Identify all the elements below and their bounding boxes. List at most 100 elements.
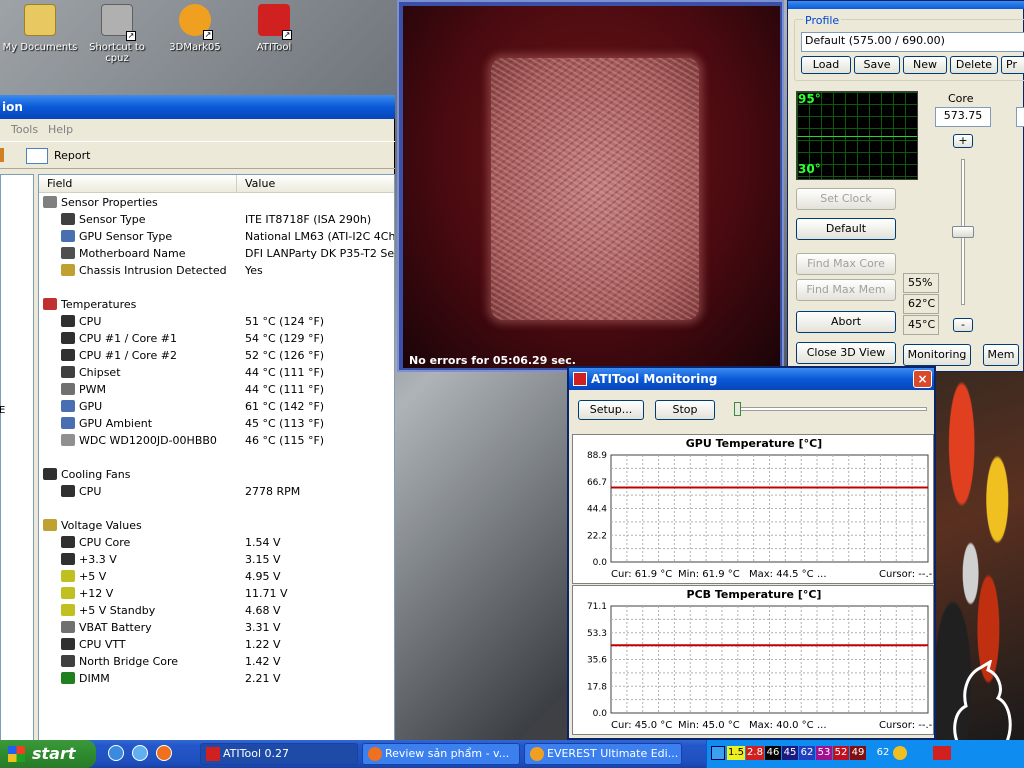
shortcut-arrow-icon: ↗ <box>282 30 292 40</box>
gpu-temperature-chart: GPU Temperature [°C] 88.9 66.7 44.4 22.2 0.0… <box>572 434 934 584</box>
table-row[interactable]: Motherboard Name DFI LANParty DK P35-T2 S… <box>39 245 395 262</box>
history-slider-track[interactable] <box>735 407 927 411</box>
show-desktop-icon[interactable] <box>132 745 148 761</box>
stop-button[interactable]: Stop <box>655 400 715 420</box>
taskbar: start ATITool 0.27 Review sản phẩm - v..… <box>0 740 1024 768</box>
close-3d-view-button[interactable]: Close 3D View <box>796 342 896 364</box>
table-row[interactable]: Sensor Type ITE IT8718F (ISA 290h) <box>39 211 394 228</box>
table-row[interactable]: VBAT Battery 3.31 V <box>39 619 394 636</box>
everest-sensor-list[interactable]: Field Value Sensor Properties Sensor Type… <box>38 174 395 744</box>
monitoring-title-bar[interactable]: ATITool Monitoring <box>569 368 934 390</box>
gpu-temp-readout: 62°C <box>903 294 939 314</box>
firefox-icon[interactable] <box>156 745 172 761</box>
mem-clock-field[interactable] <box>1016 107 1024 127</box>
table-row[interactable]: DIMM 2.21 V <box>39 670 394 687</box>
table-row[interactable]: CPU #1 / Core #2 52 °C (126 °F) <box>39 347 394 364</box>
table-row[interactable]: CPU 51 °C (124 °F) <box>39 313 394 330</box>
everest-tree-panel[interactable]: E <box>0 174 34 744</box>
list-group-header[interactable]: Cooling Fans <box>39 466 394 483</box>
row-field: Temperatures <box>61 298 137 311</box>
close-button[interactable]: × <box>913 370 932 388</box>
tray-value-badge: 46 <box>765 746 781 760</box>
row-value: 11.71 V <box>245 587 288 600</box>
table-row[interactable]: CPU 2778 RPM <box>39 483 394 500</box>
desktop-icon-3dmark05[interactable]: ↗ 3DMark05 <box>155 0 235 88</box>
find-max-core-button[interactable]: Find Max Core <box>796 253 896 275</box>
report-button[interactable]: Report <box>26 146 96 166</box>
save-button[interactable]: Save <box>854 56 900 74</box>
table-row[interactable]: +12 V 11.71 V <box>39 585 394 602</box>
start-button[interactable]: start <box>0 740 96 768</box>
row-value: 45 °C (113 °F) <box>245 417 325 430</box>
task-everest[interactable]: EVEREST Ultimate Edi... <box>524 743 682 765</box>
table-row[interactable]: CPU #1 / Core #1 54 °C (129 °F) <box>39 330 394 347</box>
monitoring-button[interactable]: Monitoring <box>903 344 971 366</box>
task-review-browser[interactable]: Review sản phẩm - v... <box>362 743 520 765</box>
menu-tools[interactable]: Tools <box>11 121 38 139</box>
atitool-tray-icon[interactable] <box>933 746 951 760</box>
row-field: CPU Core <box>79 536 131 549</box>
abort-button[interactable]: Abort <box>796 311 896 333</box>
tray-value-badge: 1.5 <box>727 746 745 760</box>
y-tick-label: 0.0 <box>593 709 608 719</box>
table-row[interactable]: Chassis Intrusion Detected Yes <box>39 262 394 279</box>
table-row[interactable]: GPU Ambient 45 °C (113 °F) <box>39 415 394 432</box>
list-group-header[interactable]: Voltage Values <box>39 517 394 534</box>
desktop-icon-my-documents[interactable]: My Documents <box>0 0 80 88</box>
table-row[interactable]: CPU Core 1.54 V <box>39 534 394 551</box>
row-value: 4.68 V <box>245 604 281 617</box>
core-slider-thumb[interactable] <box>952 226 974 238</box>
chart-max-readout: Max: 44.5 °C <box>749 569 814 580</box>
profile-more-button[interactable]: Pr <box>1001 56 1024 74</box>
delete-button[interactable]: Delete <box>950 56 998 74</box>
table-row[interactable]: +3.3 V 3.15 V <box>39 551 394 568</box>
row-field: +3.3 V <box>79 553 117 566</box>
cpu-icon <box>61 315 75 327</box>
task-label: ATITool 0.27 <box>223 747 289 760</box>
core-increment-button[interactable]: + <box>953 134 973 148</box>
profile-select[interactable]: Default (575.00 / 690.00) <box>801 32 1024 52</box>
tray-value-badge: 49 <box>850 746 866 760</box>
setup-button[interactable]: Setup... <box>578 400 644 420</box>
table-row[interactable]: Chipset 44 °C (111 °F) <box>39 364 394 381</box>
table-row[interactable]: GPU Sensor Type National LM63 (ATI-I2C 4C… <box>39 228 394 245</box>
menu-help[interactable]: Help <box>48 121 73 139</box>
table-row[interactable]: CPU VTT 1.22 V <box>39 636 394 653</box>
everest-title-bar[interactable]: ion <box>0 95 395 119</box>
desktop-icon-atitool[interactable]: ↗ ATITool <box>234 0 314 88</box>
new-button[interactable]: New <box>903 56 947 74</box>
history-slider-thumb[interactable] <box>734 402 741 416</box>
row-value: DFI LANParty DK P35-T2 Series <box>245 247 395 260</box>
table-row[interactable]: WDC WD1200JD-00HBB0 46 °C (115 °F) <box>39 432 394 449</box>
table-row[interactable]: +5 V Standby 4.68 V <box>39 602 394 619</box>
set-clock-button[interactable]: Set Clock <box>796 188 896 210</box>
row-field: +5 V <box>79 570 107 583</box>
default-button[interactable]: Default <box>796 218 896 240</box>
everest-tray-icon[interactable] <box>893 746 907 760</box>
gpu-temperature-plot: 88.9 66.7 44.4 22.2 0.0 <box>587 451 929 568</box>
table-row[interactable]: North Bridge Core 1.42 V <box>39 653 394 670</box>
table-row[interactable]: PWM 44 °C (111 °F) <box>39 381 394 398</box>
tray-app-icon[interactable] <box>711 746 725 760</box>
column-field[interactable]: Field <box>39 175 237 193</box>
atitool-title-bar[interactable] <box>788 1 1024 9</box>
core-decrement-button[interactable]: - <box>953 318 973 332</box>
profile-label: Profile <box>803 14 842 27</box>
table-row[interactable]: GPU 61 °C (142 °F) <box>39 398 394 415</box>
desktop-icon-cpuz[interactable]: ↗ Shortcut to cpuz <box>77 0 157 88</box>
row-value: 1.22 V <box>245 638 281 651</box>
column-value[interactable]: Value <box>237 175 394 193</box>
row-field: Motherboard Name <box>79 247 186 260</box>
task-atitool[interactable]: ATITool 0.27 <box>200 743 358 765</box>
mem-button[interactable]: Mem <box>983 344 1019 366</box>
core-clock-field[interactable]: 573.75 <box>935 107 991 127</box>
load-button[interactable]: Load <box>801 56 851 74</box>
gpu-icon <box>61 230 75 242</box>
find-max-mem-button[interactable]: Find Max Mem <box>796 279 896 301</box>
list-group-header[interactable]: Temperatures <box>39 296 394 313</box>
table-row[interactable]: +5 V 4.95 V <box>39 568 394 585</box>
internet-explorer-icon[interactable] <box>108 745 124 761</box>
y-tick-label: 66.7 <box>587 478 607 488</box>
tray-value-badge: 52 <box>833 746 849 760</box>
list-group-header[interactable]: Sensor Properties <box>39 194 394 211</box>
